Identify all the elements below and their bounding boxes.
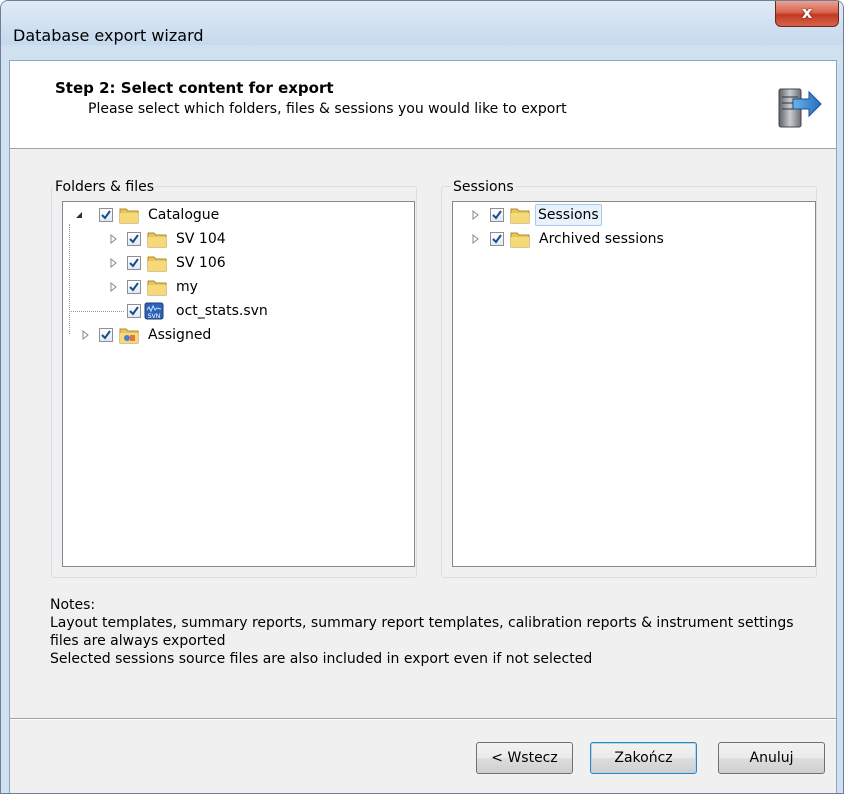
close-button[interactable]: x bbox=[775, 1, 839, 27]
svn-file-icon: SVN bbox=[144, 302, 164, 320]
checkbox[interactable] bbox=[127, 280, 141, 294]
step-subtitle: Please select which folders, files & ses… bbox=[88, 101, 567, 117]
tree-node-label: Archived sessions bbox=[539, 231, 664, 247]
collapse-icon[interactable] bbox=[74, 210, 84, 220]
expand-icon[interactable] bbox=[470, 234, 480, 244]
title-bar[interactable]: Database export wizard x bbox=[1, 1, 843, 45]
folder-icon bbox=[147, 232, 167, 248]
checkbox[interactable] bbox=[99, 328, 113, 342]
expand-icon[interactable] bbox=[108, 258, 118, 268]
checkbox[interactable] bbox=[127, 232, 141, 246]
svg-text:SVN: SVN bbox=[148, 313, 160, 320]
notes-section: Notes: Layout templates, summary reports… bbox=[50, 596, 830, 668]
expand-icon[interactable] bbox=[80, 330, 90, 340]
step-title: Step 2: Select content for export bbox=[55, 79, 334, 97]
tree-node-sv104[interactable]: SV 104 bbox=[63, 228, 403, 250]
tree-node-label: Assigned bbox=[148, 327, 212, 343]
checkbox[interactable] bbox=[490, 232, 504, 246]
close-icon: x bbox=[801, 3, 813, 22]
notes-line: Layout templates, summary reports, summa… bbox=[50, 615, 794, 631]
wizard-client-area: Step 2: Select content for export Please… bbox=[9, 60, 837, 793]
tree-node-my[interactable]: my bbox=[63, 276, 403, 298]
sessions-label: Sessions bbox=[451, 179, 516, 195]
tree-node-sv106[interactable]: SV 106 bbox=[63, 252, 403, 274]
export-wizard-window: Database export wizard x Step 2: Select … bbox=[0, 0, 844, 794]
tree-node-assigned[interactable]: Assigned bbox=[63, 324, 403, 346]
folder-icon bbox=[510, 232, 530, 248]
checkbox[interactable] bbox=[127, 256, 141, 270]
checkbox[interactable] bbox=[99, 208, 113, 222]
expand-icon[interactable] bbox=[108, 282, 118, 292]
back-button[interactable]: < Wstecz bbox=[476, 742, 573, 774]
tree-node-label: SV 104 bbox=[176, 231, 226, 247]
expand-icon[interactable] bbox=[108, 234, 118, 244]
folders-tree[interactable]: Catalogue SV 104 SV 106 my SVN oct_stats… bbox=[62, 201, 415, 567]
cancel-button[interactable]: Anuluj bbox=[718, 742, 825, 774]
expand-icon[interactable] bbox=[470, 210, 480, 220]
notes-line: Selected sessions source files are also … bbox=[50, 651, 593, 667]
notes-line: files are always exported bbox=[50, 633, 226, 649]
finish-button[interactable]: Zakończ bbox=[590, 742, 697, 774]
wizard-header: Step 2: Select content for export Please… bbox=[10, 61, 836, 149]
window-title: Database export wizard bbox=[13, 26, 204, 45]
tree-node-label: SV 106 bbox=[176, 255, 226, 271]
folder-icon bbox=[147, 280, 167, 296]
sessions-tree[interactable]: Sessions Archived sessions bbox=[452, 201, 816, 567]
tree-node-oct-stats[interactable]: SVN oct_stats.svn bbox=[63, 300, 403, 322]
folder-icon bbox=[119, 208, 139, 224]
footer-separator bbox=[10, 718, 836, 720]
tree-node-sessions[interactable]: Sessions bbox=[453, 204, 793, 226]
folder-icon bbox=[510, 208, 530, 224]
checkbox[interactable] bbox=[127, 304, 141, 318]
tree-node-label: Catalogue bbox=[148, 207, 220, 223]
folder-icon bbox=[147, 256, 167, 272]
tree-node-catalogue[interactable]: Catalogue bbox=[63, 204, 403, 226]
folders-files-label: Folders & files bbox=[53, 179, 156, 195]
export-server-icon bbox=[778, 88, 822, 128]
tree-node-label: Sessions bbox=[535, 204, 602, 226]
shared-folder-icon bbox=[119, 328, 139, 344]
tree-node-label: oct_stats.svn bbox=[176, 303, 268, 319]
checkbox[interactable] bbox=[490, 208, 504, 222]
notes-heading: Notes: bbox=[50, 597, 96, 613]
tree-node-label: my bbox=[176, 279, 198, 295]
tree-node-archived-sessions[interactable]: Archived sessions bbox=[453, 228, 793, 250]
